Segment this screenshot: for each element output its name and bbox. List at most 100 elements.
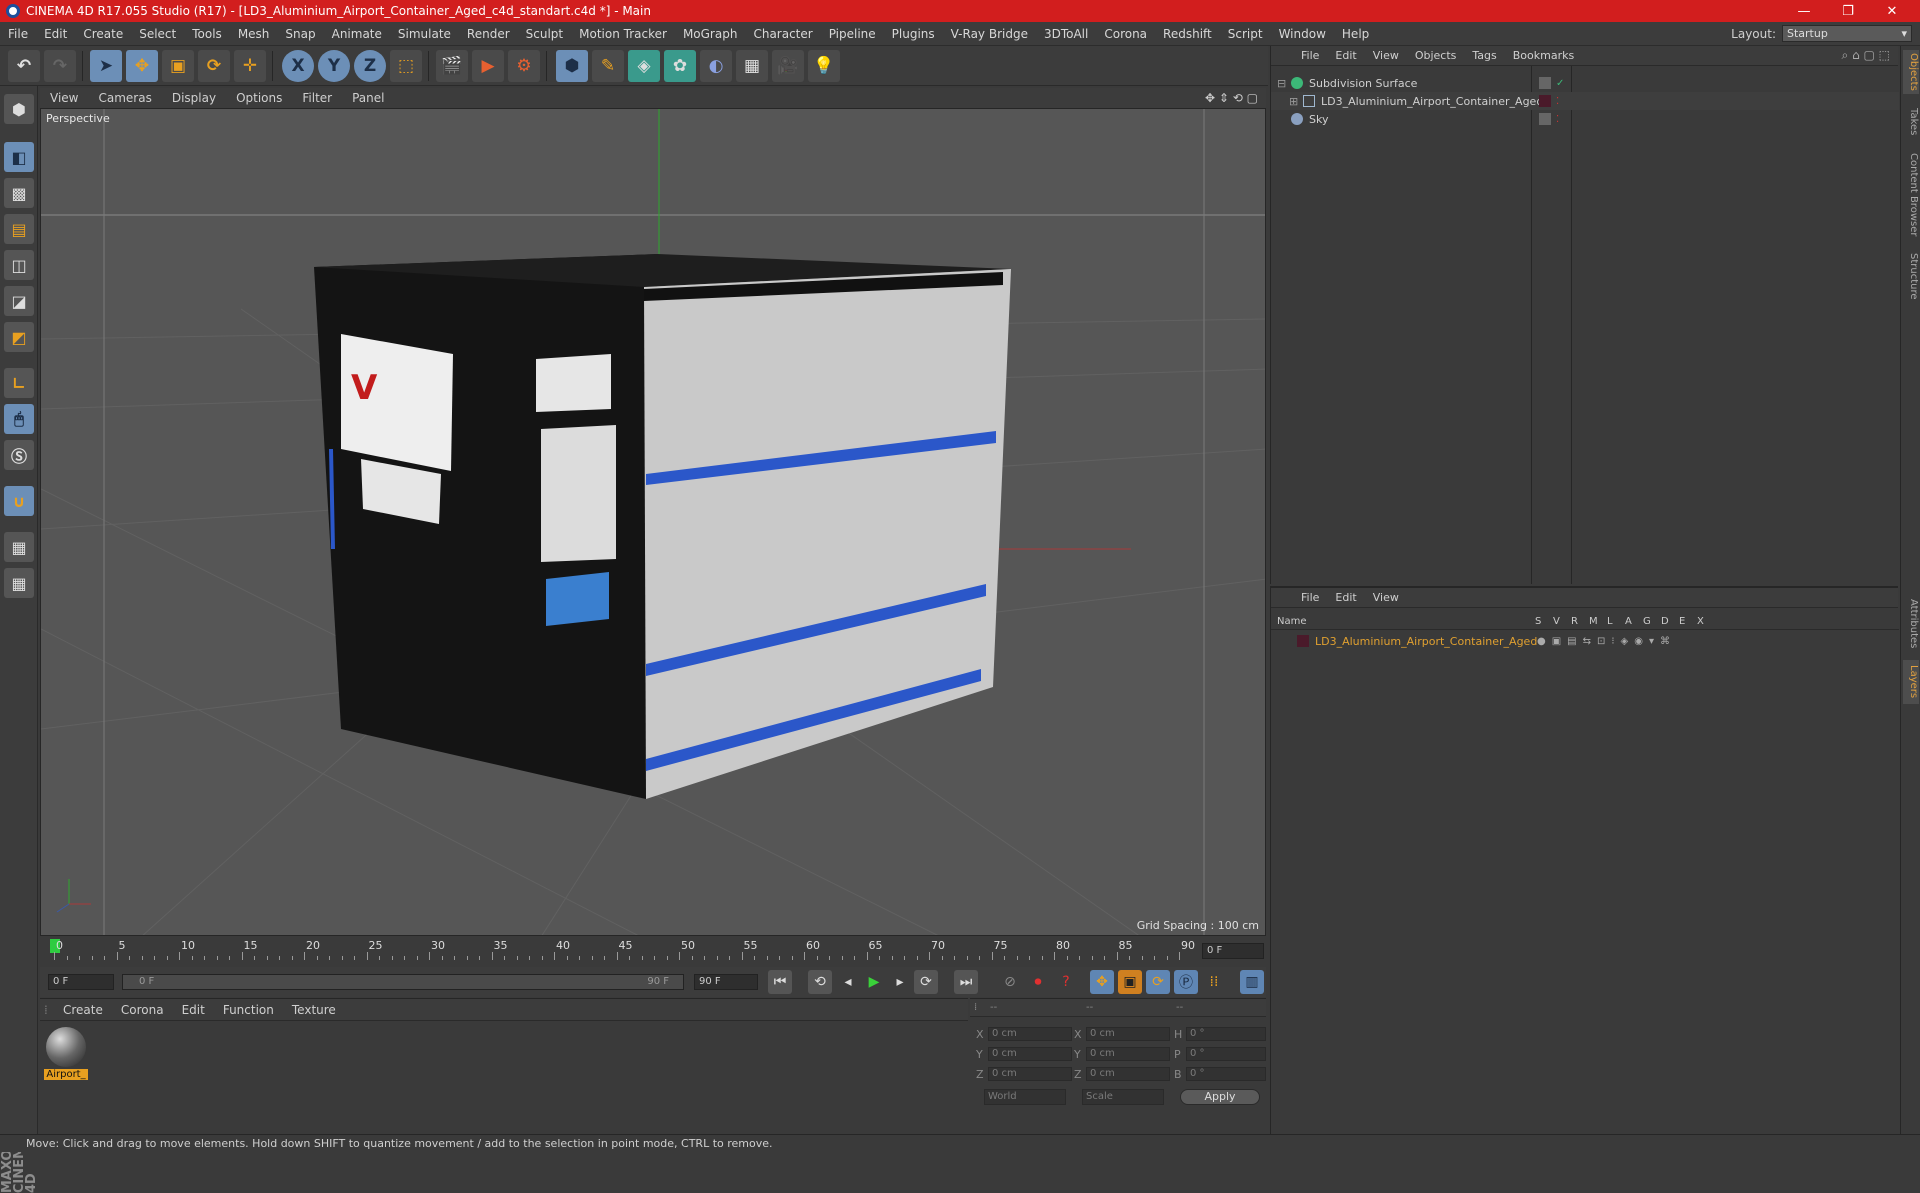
tab-content-browser[interactable]: Content Browser [1903, 150, 1919, 240]
visibility-dots-icon[interactable]: ⁚ [1556, 114, 1559, 125]
tab-takes[interactable]: Takes [1903, 102, 1919, 142]
camera-icon[interactable]: 🎥 [772, 50, 804, 82]
panel-grip-icon[interactable]: ⁞ [40, 1003, 54, 1017]
viewport-menu-filter[interactable]: Filter [292, 91, 342, 105]
menu-file[interactable]: File [0, 27, 36, 41]
mograph-cloner-icon[interactable]: ✿ [664, 50, 696, 82]
viewport-menu-panel[interactable]: Panel [342, 91, 394, 105]
menu-redshift[interactable]: Redshift [1155, 27, 1220, 41]
obj-menu-view[interactable]: View [1365, 49, 1407, 62]
visibility-toggle-icon[interactable] [1539, 77, 1551, 89]
edges-mode-icon[interactable]: ◪ [4, 286, 34, 316]
key-param-icon[interactable]: Ⓟ [1174, 970, 1198, 994]
auto-key-icon[interactable]: ? [1054, 970, 1078, 994]
apply-button[interactable]: Apply [1180, 1089, 1260, 1105]
rotation-h-field[interactable]: 0 ° [1186, 1027, 1266, 1041]
minimize-button[interactable]: — [1782, 0, 1826, 22]
model-mode-icon[interactable]: ◧ [4, 142, 34, 172]
material-menu-function[interactable]: Function [214, 1003, 283, 1017]
visibility-dots-icon[interactable]: ⁚ [1556, 96, 1559, 107]
material-menu-edit[interactable]: Edit [173, 1003, 214, 1017]
coordinate-mode-dropdown[interactable]: World [984, 1089, 1066, 1105]
record-keys-disabled-icon[interactable]: ⊘ [998, 970, 1022, 994]
deformer-icon[interactable]: ◐ [700, 50, 732, 82]
close-button[interactable]: ✕ [1870, 0, 1914, 22]
render-view-icon[interactable]: 🎬 [436, 50, 468, 82]
position-z-field[interactable]: 0 cm [988, 1067, 1072, 1081]
snap-icon[interactable]: Ⓢ [4, 440, 34, 470]
points-mode-icon[interactable]: ◫ [4, 250, 34, 280]
tab-attributes[interactable]: Attributes [1903, 592, 1919, 656]
search-icon[interactable]: ⌕ ⌂ ▢ ⬚ [1842, 48, 1890, 63]
start-frame-field[interactable]: 0 F [48, 974, 114, 990]
visibility-toggle-icon[interactable] [1539, 113, 1551, 125]
layer-menu-edit[interactable]: Edit [1327, 591, 1364, 604]
next-key-icon[interactable]: ⟳ [914, 970, 938, 994]
range-slider[interactable]: 0 F 90 F [122, 974, 684, 990]
size-y-field[interactable]: 0 cm [1086, 1047, 1170, 1061]
floor-environment-icon[interactable]: ▦ [736, 50, 768, 82]
enable-axis-icon[interactable]: ∟ [4, 368, 34, 398]
light-icon[interactable]: 💡 [808, 50, 840, 82]
render-settings-icon[interactable]: ⚙ [508, 50, 540, 82]
axis-y-lock[interactable]: Y [318, 50, 350, 82]
menu-tools[interactable]: Tools [184, 27, 230, 41]
menu-corona[interactable]: Corona [1096, 27, 1155, 41]
key-pla-icon[interactable]: ⁞⁞ [1202, 970, 1226, 994]
goto-end-icon[interactable]: ⏭ [954, 970, 978, 994]
viewport-menu-view[interactable]: View [40, 91, 88, 105]
rotate-tool-icon[interactable]: ⟳ [198, 50, 230, 82]
cube-icon[interactable]: ⬢ [556, 50, 588, 82]
layer-col-locked[interactable]: L [1607, 616, 1625, 627]
layer-col-generators[interactable]: G [1643, 616, 1661, 627]
step-back-icon[interactable]: ◂ [836, 970, 860, 994]
tweak-mode-icon[interactable]: 🖱 [4, 404, 34, 434]
layer-col-expressions[interactable]: E [1679, 616, 1697, 627]
timeline-window-icon[interactable]: ▥ [1240, 970, 1264, 994]
menu-sculpt[interactable]: Sculpt [518, 27, 571, 41]
object-row-sky[interactable]: Sky ⁚ [1271, 110, 1899, 128]
object-row-container[interactable]: ⊞ LD3_Aluminium_Airport_Container_Aged ⁚ [1271, 92, 1899, 110]
material-swatch[interactable]: Airport_ [44, 1027, 88, 1083]
viewport-menu-options[interactable]: Options [226, 91, 292, 105]
menu-animate[interactable]: Animate [324, 27, 390, 41]
prev-key-icon[interactable]: ⟲ [808, 970, 832, 994]
make-editable-icon[interactable]: ⬢ [4, 94, 34, 124]
rotation-b-field[interactable]: 0 ° [1186, 1067, 1266, 1081]
viewport-menu-cameras[interactable]: Cameras [88, 91, 161, 105]
perspective-viewport[interactable]: V Perspective Grid Spacing : 100 cm [40, 108, 1266, 936]
menu-plugins[interactable]: Plugins [884, 27, 943, 41]
size-x-field[interactable]: 0 cm [1086, 1027, 1170, 1041]
goto-start-icon[interactable]: ⏮ [768, 970, 792, 994]
timeline-ruler[interactable]: 0 5 10 15 20 25 30 35 40 45 50 55 60 65 70 75 80 85 90 0 F [40, 937, 1266, 965]
axis-x-lock[interactable]: X [282, 50, 314, 82]
layer-col-animation[interactable]: A [1625, 616, 1643, 627]
menu-create[interactable]: Create [75, 27, 131, 41]
workplane-mode-icon[interactable]: ▤ [4, 214, 34, 244]
material-menu-texture[interactable]: Texture [283, 1003, 345, 1017]
record-icon[interactable]: ⏺ [1026, 970, 1050, 994]
menu-mograph[interactable]: MoGraph [675, 27, 746, 41]
undo-icon[interactable]: ↶ [8, 50, 40, 82]
restore-button[interactable]: ❐ [1826, 0, 1870, 22]
menu-snap[interactable]: Snap [277, 27, 323, 41]
scale-tool-icon[interactable]: ▣ [162, 50, 194, 82]
lock-workplane-icon[interactable]: ▦ [4, 532, 34, 562]
expand-toggle-icon[interactable]: ⊞ [1289, 95, 1303, 108]
menu-vray-bridge[interactable]: V-Ray Bridge [943, 27, 1036, 41]
layer-menu-file[interactable]: File [1293, 591, 1327, 604]
menu-render[interactable]: Render [459, 27, 518, 41]
layer-col-render[interactable]: R [1571, 616, 1589, 627]
menu-script[interactable]: Script [1220, 27, 1271, 41]
object-row-subdivision[interactable]: ⊟ Subdivision Surface ✓ [1271, 74, 1899, 92]
polygons-mode-icon[interactable]: ◩ [4, 322, 34, 352]
layer-col-deformers[interactable]: D [1661, 616, 1679, 627]
layer-col-xref[interactable]: X [1697, 616, 1715, 627]
material-menu-corona[interactable]: Corona [112, 1003, 173, 1017]
magnet-icon[interactable]: ∪ [4, 486, 34, 516]
position-y-field[interactable]: 0 cm [988, 1047, 1072, 1061]
step-forward-icon[interactable]: ▸ [888, 970, 912, 994]
obj-menu-bookmarks[interactable]: Bookmarks [1505, 49, 1582, 62]
menu-edit[interactable]: Edit [36, 27, 75, 41]
layer-flag-icons[interactable]: ●▣▤⇆⊡⁝◈◉▾⌘ [1537, 636, 1676, 647]
